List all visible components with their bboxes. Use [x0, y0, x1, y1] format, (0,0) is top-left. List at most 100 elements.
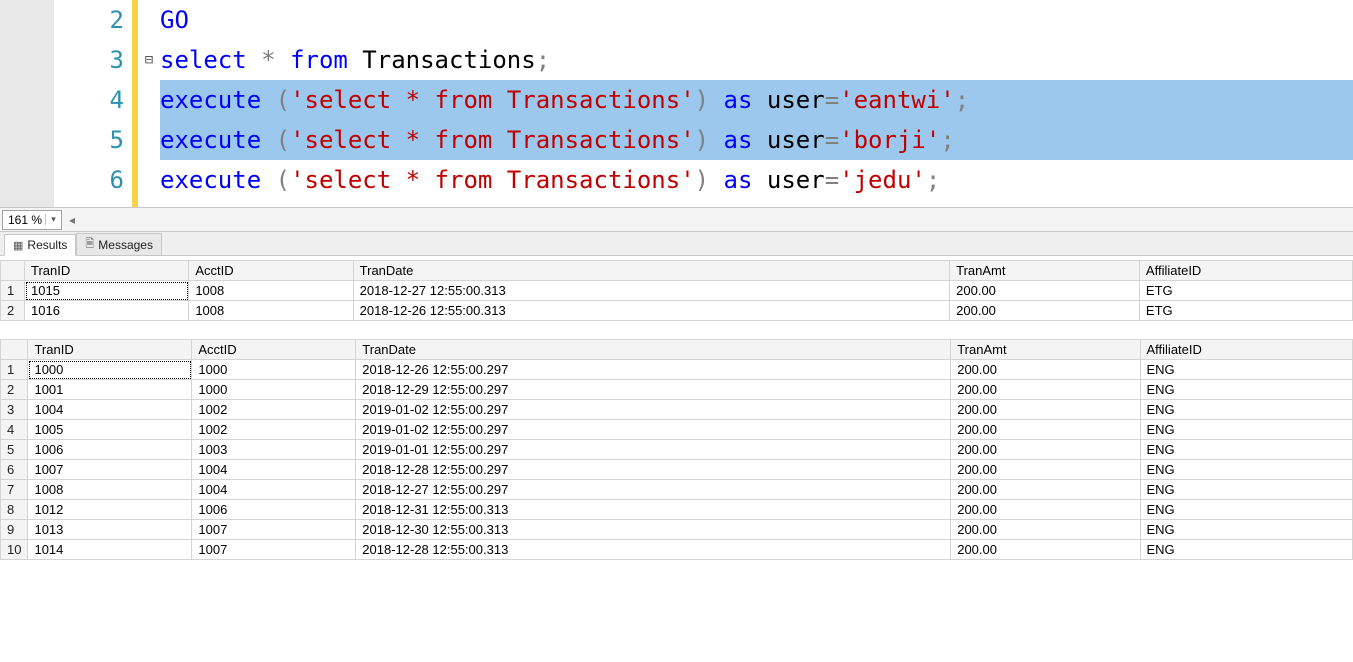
- cell[interactable]: 200.00: [951, 500, 1140, 520]
- tab-results[interactable]: ▦ Results: [4, 234, 76, 256]
- code-line[interactable]: execute ('select * from Transactions') a…: [160, 160, 1353, 200]
- cell[interactable]: 200.00: [951, 380, 1140, 400]
- column-header[interactable]: TranAmt: [951, 340, 1140, 360]
- row-number: 5: [1, 440, 28, 460]
- cell[interactable]: 1012: [28, 500, 192, 520]
- cell[interactable]: 1000: [28, 360, 192, 380]
- cell[interactable]: 2018-12-31 12:55:00.313: [356, 500, 951, 520]
- cell[interactable]: 1015: [25, 281, 189, 301]
- cell[interactable]: ETG: [1139, 301, 1352, 321]
- cell[interactable]: ETG: [1139, 281, 1352, 301]
- cell[interactable]: 1007: [28, 460, 192, 480]
- cell[interactable]: 2019-01-02 12:55:00.297: [356, 400, 951, 420]
- cell[interactable]: 200.00: [951, 440, 1140, 460]
- cell[interactable]: 200.00: [951, 520, 1140, 540]
- cell[interactable]: 1008: [189, 281, 353, 301]
- sql-editor[interactable]: 23456 ⊟ GOselect * from Transactions;exe…: [0, 0, 1353, 208]
- code-line[interactable]: GO: [160, 0, 1353, 40]
- table-row[interactable]: 1100010002018-12-26 12:55:00.297200.00EN…: [1, 360, 1353, 380]
- cell[interactable]: 1000: [192, 360, 356, 380]
- cell[interactable]: ENG: [1140, 520, 1353, 540]
- cell[interactable]: 1004: [192, 460, 356, 480]
- table-row[interactable]: 2100110002018-12-29 12:55:00.297200.00EN…: [1, 380, 1353, 400]
- scroll-left-icon[interactable]: ◂: [64, 210, 80, 230]
- cell[interactable]: 1006: [192, 500, 356, 520]
- table-row[interactable]: 2101610082018-12-26 12:55:00.313200.00ET…: [1, 301, 1353, 321]
- table-row[interactable]: 7100810042018-12-27 12:55:00.297200.00EN…: [1, 480, 1353, 500]
- editor-code-area[interactable]: GOselect * from Transactions;execute ('s…: [160, 0, 1353, 207]
- cell[interactable]: 200.00: [951, 400, 1140, 420]
- column-header[interactable]: TranID: [25, 261, 189, 281]
- cell[interactable]: 1004: [28, 400, 192, 420]
- cell[interactable]: 1004: [192, 480, 356, 500]
- editor-fold-gutter[interactable]: ⊟: [138, 0, 160, 207]
- fold-collapse-icon[interactable]: ⊟: [138, 40, 160, 80]
- cell[interactable]: 2018-12-27 12:55:00.297: [356, 480, 951, 500]
- cell[interactable]: 2018-12-28 12:55:00.297: [356, 460, 951, 480]
- cell[interactable]: 200.00: [950, 281, 1140, 301]
- code-line[interactable]: execute ('select * from Transactions') a…: [160, 80, 1353, 120]
- cell[interactable]: 2018-12-29 12:55:00.297: [356, 380, 951, 400]
- tab-messages[interactable]: 🗎 Messages: [76, 233, 162, 255]
- cell[interactable]: 2018-12-27 12:55:00.313: [353, 281, 949, 301]
- table-row[interactable]: 9101310072018-12-30 12:55:00.313200.00EN…: [1, 520, 1353, 540]
- column-header[interactable]: TranDate: [356, 340, 951, 360]
- cell[interactable]: 1013: [28, 520, 192, 540]
- cell[interactable]: 1016: [25, 301, 189, 321]
- cell[interactable]: ENG: [1140, 480, 1353, 500]
- column-header[interactable]: AcctID: [192, 340, 356, 360]
- cell[interactable]: 1002: [192, 420, 356, 440]
- cell[interactable]: 1008: [189, 301, 353, 321]
- code-line[interactable]: execute ('select * from Transactions') a…: [160, 120, 1353, 160]
- cell[interactable]: 200.00: [950, 301, 1140, 321]
- cell[interactable]: 1002: [192, 400, 356, 420]
- cell[interactable]: 200.00: [951, 460, 1140, 480]
- cell[interactable]: ENG: [1140, 380, 1353, 400]
- table-row[interactable]: 4100510022019-01-02 12:55:00.297200.00EN…: [1, 420, 1353, 440]
- cell[interactable]: 200.00: [951, 420, 1140, 440]
- column-header[interactable]: AffiliateID: [1139, 261, 1352, 281]
- cell[interactable]: 1008: [28, 480, 192, 500]
- cell[interactable]: 1007: [192, 520, 356, 540]
- code-line[interactable]: select * from Transactions;: [160, 40, 1353, 80]
- results-grid[interactable]: TranIDAcctIDTranDateTranAmtAffiliateID11…: [0, 339, 1353, 560]
- column-header[interactable]: TranID: [28, 340, 192, 360]
- table-row[interactable]: 3100410022019-01-02 12:55:00.297200.00EN…: [1, 400, 1353, 420]
- table-row[interactable]: 5100610032019-01-01 12:55:00.297200.00EN…: [1, 440, 1353, 460]
- cell[interactable]: ENG: [1140, 400, 1353, 420]
- cell[interactable]: 200.00: [951, 540, 1140, 560]
- results-grid[interactable]: TranIDAcctIDTranDateTranAmtAffiliateID11…: [0, 260, 1353, 321]
- cell[interactable]: 200.00: [951, 360, 1140, 380]
- cell[interactable]: 2019-01-02 12:55:00.297: [356, 420, 951, 440]
- table-row[interactable]: 6100710042018-12-28 12:55:00.297200.00EN…: [1, 460, 1353, 480]
- cell[interactable]: ENG: [1140, 420, 1353, 440]
- cell[interactable]: 2018-12-30 12:55:00.313: [356, 520, 951, 540]
- chevron-down-icon[interactable]: ▾: [45, 214, 61, 225]
- zoom-combo[interactable]: 161 % ▾: [2, 210, 62, 230]
- column-header[interactable]: AffiliateID: [1140, 340, 1353, 360]
- cell[interactable]: ENG: [1140, 500, 1353, 520]
- results-panel[interactable]: TranIDAcctIDTranDateTranAmtAffiliateID11…: [0, 256, 1353, 662]
- cell[interactable]: ENG: [1140, 440, 1353, 460]
- table-row[interactable]: 8101210062018-12-31 12:55:00.313200.00EN…: [1, 500, 1353, 520]
- cell[interactable]: 1007: [192, 540, 356, 560]
- cell[interactable]: 200.00: [951, 480, 1140, 500]
- cell[interactable]: 1001: [28, 380, 192, 400]
- cell[interactable]: 2018-12-28 12:55:00.313: [356, 540, 951, 560]
- cell[interactable]: ENG: [1140, 540, 1353, 560]
- cell[interactable]: 2019-01-01 12:55:00.297: [356, 440, 951, 460]
- column-header[interactable]: TranAmt: [950, 261, 1140, 281]
- column-header[interactable]: TranDate: [353, 261, 949, 281]
- cell[interactable]: ENG: [1140, 460, 1353, 480]
- cell[interactable]: 1000: [192, 380, 356, 400]
- table-row[interactable]: 1101510082018-12-27 12:55:00.313200.00ET…: [1, 281, 1353, 301]
- cell[interactable]: 2018-12-26 12:55:00.313: [353, 301, 949, 321]
- column-header[interactable]: AcctID: [189, 261, 353, 281]
- cell[interactable]: 1006: [28, 440, 192, 460]
- cell[interactable]: 2018-12-26 12:55:00.297: [356, 360, 951, 380]
- cell[interactable]: 1003: [192, 440, 356, 460]
- table-row[interactable]: 10101410072018-12-28 12:55:00.313200.00E…: [1, 540, 1353, 560]
- cell[interactable]: ENG: [1140, 360, 1353, 380]
- cell[interactable]: 1005: [28, 420, 192, 440]
- cell[interactable]: 1014: [28, 540, 192, 560]
